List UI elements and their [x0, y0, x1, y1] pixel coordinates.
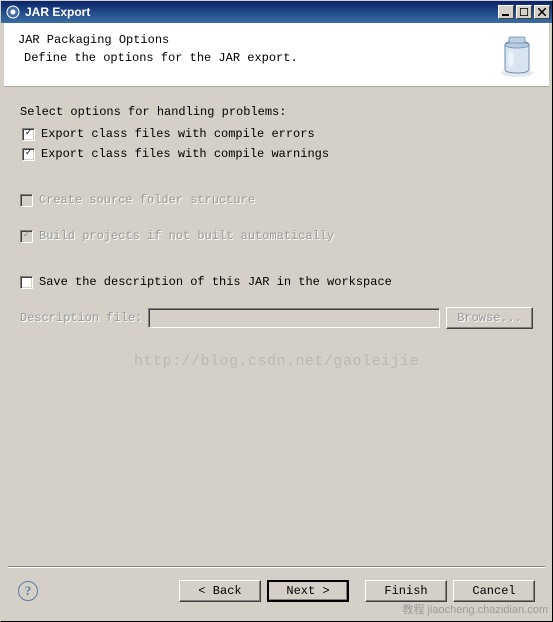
- build-projects-checkbox: [20, 230, 33, 243]
- help-icon[interactable]: ?: [18, 581, 38, 601]
- maximize-button[interactable]: [516, 5, 532, 19]
- create-source-label: Create source folder structure: [39, 193, 255, 207]
- next-button[interactable]: Next >: [267, 580, 349, 602]
- titlebar: JAR Export: [1, 1, 552, 23]
- save-description-row[interactable]: Save the description of this JAR in the …: [20, 275, 533, 289]
- wizard-footer: ? < Back Next > Finish Cancel: [8, 566, 545, 614]
- wizard-header: JAR Packaging Options Define the options…: [4, 23, 549, 87]
- export-warnings-checkbox[interactable]: [22, 148, 35, 161]
- export-errors-row[interactable]: Export class files with compile errors: [22, 127, 533, 141]
- browse-button: Browse...: [446, 307, 533, 329]
- jar-icon: [493, 31, 541, 79]
- watermark-text: http://blog.csdn.net/gaoleijie: [20, 353, 533, 370]
- close-button[interactable]: [534, 5, 550, 19]
- build-projects-label: Build projects if not built automaticall…: [39, 229, 334, 243]
- app-icon: [5, 4, 21, 20]
- minimize-button[interactable]: [498, 5, 514, 19]
- build-projects-row: Build projects if not built automaticall…: [20, 229, 533, 243]
- wizard-description: Define the options for the JAR export.: [24, 51, 535, 65]
- description-file-input: [148, 308, 440, 328]
- description-file-label: Description file:: [20, 311, 142, 325]
- back-button[interactable]: < Back: [179, 580, 261, 602]
- export-warnings-label: Export class files with compile warnings: [41, 147, 329, 161]
- export-warnings-row[interactable]: Export class files with compile warnings: [22, 147, 533, 161]
- save-description-checkbox[interactable]: [20, 276, 33, 289]
- create-source-checkbox: [20, 194, 33, 207]
- save-description-label: Save the description of this JAR in the …: [39, 275, 392, 289]
- create-source-row: Create source folder structure: [20, 193, 533, 207]
- wizard-content: Select options for handling problems: Ex…: [4, 87, 549, 378]
- finish-button[interactable]: Finish: [365, 580, 447, 602]
- export-errors-label: Export class files with compile errors: [41, 127, 315, 141]
- wizard-title: JAR Packaging Options: [18, 33, 535, 47]
- cancel-button[interactable]: Cancel: [453, 580, 535, 602]
- window-title: JAR Export: [25, 5, 496, 19]
- export-errors-checkbox[interactable]: [22, 128, 35, 141]
- problems-section-label: Select options for handling problems:: [20, 105, 533, 119]
